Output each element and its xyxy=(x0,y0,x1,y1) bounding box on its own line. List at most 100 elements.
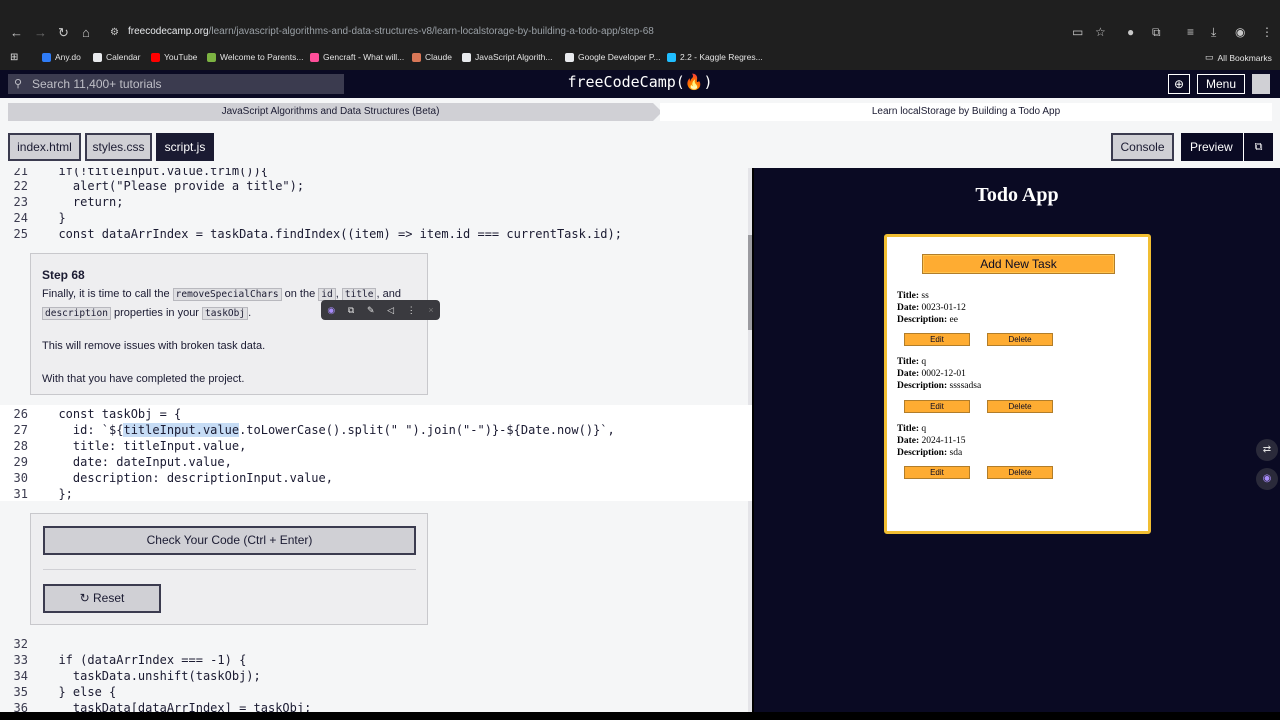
bookmark-kaggle[interactable]: 2.2 - Kaggle Regres... xyxy=(667,52,763,62)
copy-icon[interactable]: ⧉ xyxy=(348,305,354,316)
code-line: 35 } else { xyxy=(13,685,117,699)
bookmark-label: Gencraft - What will... xyxy=(323,52,405,62)
forward-icon[interactable]: → xyxy=(34,25,47,41)
check-code-button[interactable]: Check Your Code (Ctrl + Enter) xyxy=(43,526,416,555)
bookmark-youtube[interactable]: YouTube xyxy=(151,52,197,62)
breadcrumb-project[interactable]: Learn localStorage by Building a Todo Ap… xyxy=(660,103,1272,121)
popout-icon[interactable]: ⧉ xyxy=(1243,133,1273,161)
task-date: 0023-01-12 xyxy=(921,303,966,313)
preview-pane: Todo App Add New Task Title: ss Date: 00… xyxy=(754,168,1280,712)
bookmark-favicon-icon xyxy=(151,52,160,62)
console-button[interactable]: Console xyxy=(1111,133,1174,161)
bookmark-label: Any.do xyxy=(55,52,81,62)
description-label: Description: xyxy=(897,448,948,458)
reset-button[interactable]: ↻ Reset xyxy=(43,584,161,613)
code-line: 22 alert("Please provide a title"); xyxy=(13,179,305,193)
site-info-icon[interactable]: ⚙ xyxy=(110,25,119,41)
date-label: Date: xyxy=(897,436,920,446)
back-icon[interactable]: ← xyxy=(10,25,23,41)
breadcrumb-course[interactable]: JavaScript Algorithms and Data Structure… xyxy=(8,103,662,121)
delete-button[interactable]: Delete xyxy=(987,333,1053,346)
bookmark-calendar[interactable]: Calendar xyxy=(93,52,141,62)
tab-styles-css[interactable]: styles.css xyxy=(85,133,152,161)
bookmark-parents[interactable]: Welcome to Parents... xyxy=(207,52,303,62)
code-text: } else { xyxy=(44,685,117,699)
task-description: sda xyxy=(949,448,963,458)
add-new-task-button[interactable]: Add New Task xyxy=(922,254,1115,274)
floating-toolbar: ◉ ⧉ ✎ ◁ ⋮ × xyxy=(321,300,440,320)
kebab-menu-icon[interactable]: ⋮ xyxy=(1261,25,1273,39)
ai-assistant-icon[interactable]: ◉ xyxy=(327,305,335,316)
bookmarks-bar: ⊞ Any.do Calendar YouTube Welcome to Par… xyxy=(0,46,1280,70)
inline-code: description xyxy=(42,307,111,320)
edit-pencil-icon[interactable]: ✎ xyxy=(367,305,375,316)
delete-button[interactable]: Delete xyxy=(987,400,1053,413)
editor-scroll-thumb[interactable] xyxy=(748,235,752,330)
reset-label: Reset xyxy=(93,591,125,605)
language-globe-icon[interactable]: ⊕ xyxy=(1168,74,1190,94)
edit-button[interactable]: Edit xyxy=(904,466,970,479)
bookmark-google-dev[interactable]: Google Developer P... xyxy=(565,52,661,62)
task-description: ssssadsa xyxy=(949,381,982,391)
bookmark-favicon-icon xyxy=(565,52,574,62)
task-title-row: Title: q xyxy=(897,356,1147,368)
speaker-icon[interactable]: ◁ xyxy=(387,305,394,316)
download-icon[interactable]: ⤓ xyxy=(1211,25,1216,40)
code-text: title: titleInput.value, xyxy=(44,439,247,453)
reload-icon[interactable]: ↻ xyxy=(58,25,69,41)
tab-index-html[interactable]: index.html xyxy=(8,133,81,161)
task-title: q xyxy=(921,424,927,434)
apps-icon[interactable]: ⊞ xyxy=(10,52,18,63)
task-desc-row: Description: ee xyxy=(897,314,1147,326)
description-label: Description: xyxy=(897,315,948,325)
all-bookmarks-label: All Bookmarks xyxy=(1217,52,1272,63)
extension-icon[interactable]: ● xyxy=(1127,25,1134,39)
profile-icon[interactable]: ◉ xyxy=(1235,25,1245,39)
code-line: 25 const dataArrIndex = taskData.findInd… xyxy=(13,227,622,241)
code-text: taskData[dataArrIndex] = taskObj; xyxy=(44,701,312,712)
translate-icon[interactable]: ⇄ xyxy=(1256,439,1278,461)
step-text: and xyxy=(382,288,401,300)
bookmark-anydo[interactable]: Any.do xyxy=(42,52,81,62)
task-date-row: Date: 0023-01-12 xyxy=(897,302,1147,314)
bookmark-favicon-icon xyxy=(462,52,471,62)
bookmark-js-algorithms[interactable]: JavaScript Algorith... xyxy=(462,52,552,62)
tab-search-icon[interactable]: ≡ xyxy=(1187,25,1194,39)
code-text: date: dateInput.value, xyxy=(44,455,232,469)
todo-card: Add New Task Title: ss Date: 0023-01-12 … xyxy=(884,234,1151,534)
code-editor[interactable]: 21 if(!titleInput.value.trim()){ 22 aler… xyxy=(0,168,752,712)
all-bookmarks[interactable]: ▭ All Bookmarks xyxy=(1205,52,1272,63)
divider xyxy=(43,569,416,570)
task-title: ss xyxy=(921,291,929,301)
edit-button[interactable]: Edit xyxy=(904,400,970,413)
url-host: freecodecamp.org xyxy=(128,26,209,37)
menu-button[interactable]: Menu xyxy=(1197,74,1245,94)
ai-assistant-icon[interactable]: ◉ xyxy=(1256,468,1278,490)
code-text: const taskObj = { xyxy=(44,407,182,421)
editable-code-region[interactable]: 26 const taskObj = { 27 id: `${titleInpu… xyxy=(0,405,752,501)
delete-button[interactable]: Delete xyxy=(987,466,1053,479)
fcc-logo[interactable]: freeCodeCamp(🔥) xyxy=(0,73,1280,91)
home-icon[interactable]: ⌂ xyxy=(82,25,90,41)
bookmark-label: Google Developer P... xyxy=(578,52,661,62)
tab-script-js[interactable]: script.js xyxy=(156,133,214,161)
cast-icon[interactable]: ▭ xyxy=(1072,25,1083,39)
puzzle-icon[interactable]: ⧉ xyxy=(1152,25,1161,40)
todo-app-title: Todo App xyxy=(975,184,1059,206)
address-bar[interactable]: freecodecamp.org/learn/javascript-algori… xyxy=(128,26,654,37)
more-options-icon[interactable]: ⋮ xyxy=(407,305,416,316)
bookmark-label: Claude xyxy=(425,52,452,62)
user-avatar[interactable] xyxy=(1252,74,1270,94)
code-line: 34 taskData.unshift(taskObj); xyxy=(13,669,261,683)
code-line: 33 if (dataArrIndex === -1) { xyxy=(13,653,247,667)
code-line: 30 description: descriptionInput.value, xyxy=(13,471,333,485)
edit-button[interactable]: Edit xyxy=(904,333,970,346)
bookmark-claude[interactable]: Claude xyxy=(412,52,452,62)
bookmark-gencraft[interactable]: Gencraft - What will... xyxy=(310,52,404,62)
close-icon[interactable]: × xyxy=(428,305,433,315)
code-text: alert("Please provide a title"); xyxy=(44,179,305,193)
code-text: if(!titleInput.value.trim()){ xyxy=(44,168,268,178)
bookmark-star-icon[interactable]: ☆ xyxy=(1095,25,1106,39)
code-line: 27 id: `${titleInput.value.toLowerCase()… xyxy=(13,423,615,437)
preview-button[interactable]: Preview ⧉ xyxy=(1181,133,1273,161)
